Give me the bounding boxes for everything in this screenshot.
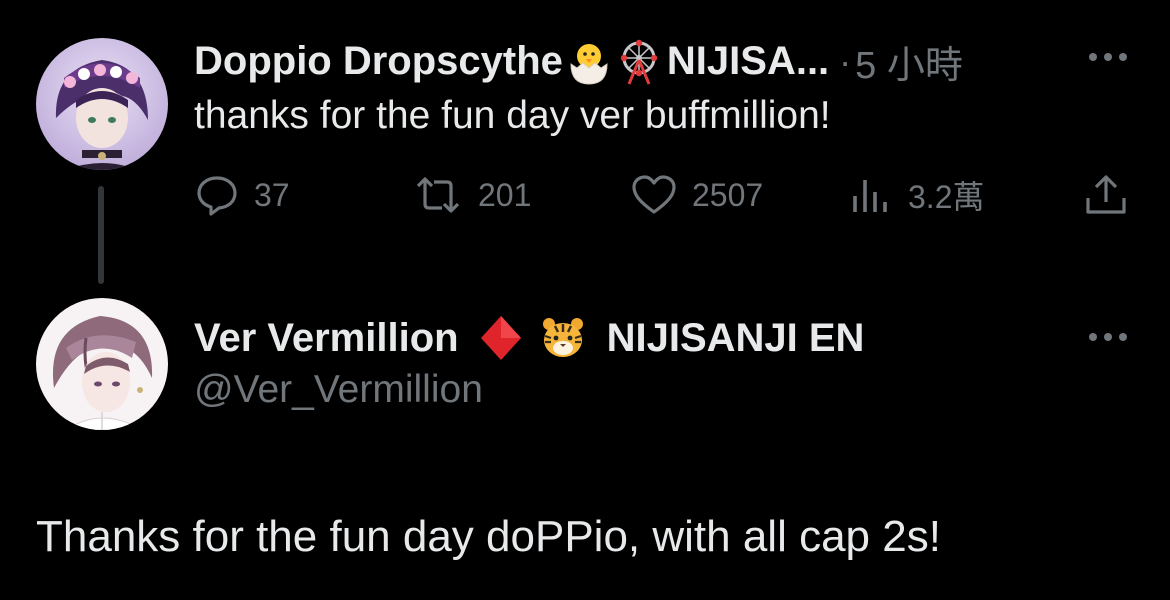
main-affiliation[interactable]: NIJISANJI EN xyxy=(607,316,865,361)
more-icon[interactable] xyxy=(1086,330,1130,344)
like-action[interactable]: 2507 xyxy=(630,170,763,220)
share-action[interactable] xyxy=(1082,170,1144,220)
like-count: 2507 xyxy=(692,176,764,213)
retweet-icon xyxy=(416,177,460,213)
parent-timestamp[interactable]: 5 小時 xyxy=(855,34,963,89)
reply-count: 37 xyxy=(254,176,290,213)
reply-icon xyxy=(197,176,237,216)
parent-tweet-header: Doppio Dropscythe NIJISA... · 5 小時 xyxy=(194,34,963,89)
red-diamond-emoji xyxy=(477,314,525,362)
parent-name-suffix[interactable]: NIJISA... xyxy=(667,39,829,84)
parent-display-name[interactable]: Doppio Dropscythe xyxy=(194,39,563,84)
reply-action[interactable]: 37 xyxy=(194,170,290,220)
parent-tweet-text: thanks for the fun day ver buffmillion! xyxy=(194,94,831,137)
ferris-wheel-emoji xyxy=(615,38,663,86)
main-tweet-header: Ver Vermillion NIJISANJI EN xyxy=(194,314,864,362)
share-icon xyxy=(1086,175,1126,214)
views-action[interactable]: 3.2萬 xyxy=(850,170,985,220)
hatching-chick-emoji xyxy=(565,38,613,86)
views-icon xyxy=(853,180,887,212)
retweet-action[interactable]: 201 xyxy=(412,170,531,220)
main-display-name[interactable]: Ver Vermillion xyxy=(194,316,459,361)
more-icon[interactable] xyxy=(1086,50,1130,64)
like-icon xyxy=(632,175,676,214)
doppio-avatar[interactable] xyxy=(36,38,168,170)
retweet-count: 201 xyxy=(478,176,532,213)
thread-connector-line xyxy=(98,186,104,284)
main-handle[interactable]: @Ver_Vermillion xyxy=(194,368,483,412)
tiger-face-emoji xyxy=(539,314,587,362)
views-count: 3.2萬 xyxy=(908,179,985,215)
timestamp-separator: · xyxy=(839,40,852,82)
main-tweet-text: Thanks for the fun day doPPio, with all … xyxy=(36,512,941,561)
ver-avatar[interactable] xyxy=(36,298,168,430)
